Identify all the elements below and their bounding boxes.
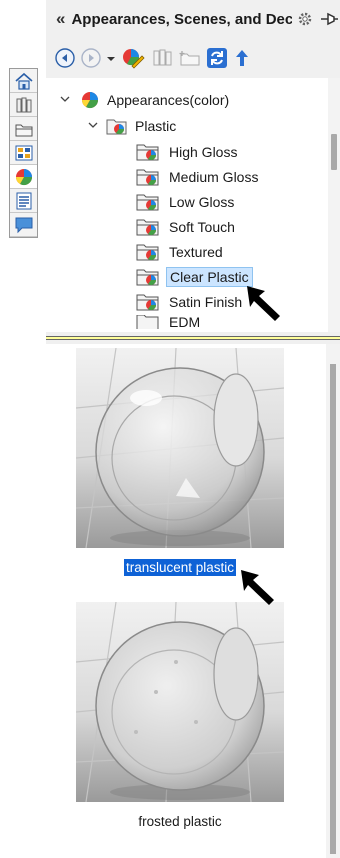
tree-node-appearances[interactable]: Appearances(color) [60,88,232,111]
tree-item[interactable]: Textured [136,240,226,263]
appearance-folder-icon [136,194,159,210]
tree-item[interactable]: Low Gloss [136,190,237,213]
file-explorer-icon[interactable] [10,117,37,141]
tree-item-label: Medium Gloss [169,168,259,185]
appearance-folder-icon [136,294,159,310]
frosted-plastic-preview [75,601,285,803]
custom-properties-icon[interactable] [10,189,37,213]
swatch-preview-pane: translucent plastic frosted plastic [46,344,340,858]
tree-item[interactable]: Medium Gloss [136,165,261,188]
back-icon[interactable] [54,44,76,72]
up-folder-icon[interactable] [232,44,252,72]
pointer-arrow-icon [247,286,280,321]
swatch-translucent-plastic[interactable]: translucent plastic [75,347,285,576]
refresh-icon[interactable] [206,44,228,72]
tree-item-label: High Gloss [169,143,238,160]
tree-item-label: Satin Finish [169,293,243,310]
pointer-arrow-icon [241,570,274,605]
appearances-icon[interactable] [10,165,37,189]
preview-scrollbar[interactable] [326,344,340,858]
swatch-label: translucent plastic [123,559,237,576]
tree-item[interactable]: High Gloss [136,140,240,163]
home-icon[interactable] [10,69,37,93]
tree-root-label: Appearances(color) [107,91,230,108]
forum-icon[interactable] [10,213,37,237]
translucent-plastic-preview [75,347,285,549]
appearance-folder-icon [136,144,159,160]
pane-splitter[interactable] [46,332,340,344]
tree-item-label: Low Gloss [169,193,235,210]
appearances-panel: « Appearances, Scenes, and Decals Appear… [46,0,340,858]
panel-titlebar: « Appearances, Scenes, and Decals [46,0,340,38]
panel-toolbar [46,38,340,78]
pin-icon[interactable] [318,8,340,30]
plastic-folder-icon [106,119,127,134]
forward-dropdown-icon[interactable] [106,44,116,72]
swatch-label: frosted plastic [138,814,222,829]
preview-scrollbar-thumb[interactable] [330,364,336,854]
task-pane-tabs [9,68,38,238]
chevron-down-icon[interactable] [88,120,100,132]
appearance-folder-icon [136,315,159,329]
tree-item[interactable]: Satin Finish [136,290,245,313]
appearance-folder-icon [136,169,159,185]
options-gear-icon[interactable] [294,8,316,30]
tree-scrollbar[interactable] [328,78,340,332]
title-icons [292,8,340,30]
tree-group-label: Plastic [135,117,177,134]
collapse-panel-button[interactable]: « [56,9,65,29]
task-pane-tab-strip [0,68,46,858]
panel-title: Appearances, Scenes, and Decals [71,10,315,28]
tree-item[interactable]: EDM [136,315,203,329]
appearance-tree: Appearances(color) Plastic High Gloss Me… [46,78,340,332]
tree-item-label: EDM [169,315,201,329]
forward-icon[interactable] [80,44,102,72]
design-library-icon[interactable] [10,93,37,117]
tree-item-label: Soft Touch [169,218,235,235]
splitter-bar[interactable] [46,336,340,340]
tree-scrollbar-thumb[interactable] [331,134,337,170]
appearance-folder-icon [136,219,159,235]
tree-node-plastic[interactable]: Plastic [88,114,179,137]
appearances-root-icon [81,91,99,108]
edit-appearance-icon[interactable] [120,44,146,72]
tree-item-selected[interactable]: Clear Plastic [136,265,253,288]
add-folder-icon[interactable] [178,44,202,72]
tree-item[interactable]: Soft Touch [136,215,238,238]
appearance-folder-icon [136,244,159,260]
tree-item-label: Clear Plastic [166,266,253,287]
swatch-frosted-plastic[interactable]: frosted plastic [75,601,285,830]
view-palette-icon[interactable] [10,141,37,165]
appearance-folder-icon [136,269,159,285]
chevron-down-icon[interactable] [60,94,72,106]
add-file-icon[interactable] [150,44,174,72]
tree-item-label: Textured [169,243,223,260]
